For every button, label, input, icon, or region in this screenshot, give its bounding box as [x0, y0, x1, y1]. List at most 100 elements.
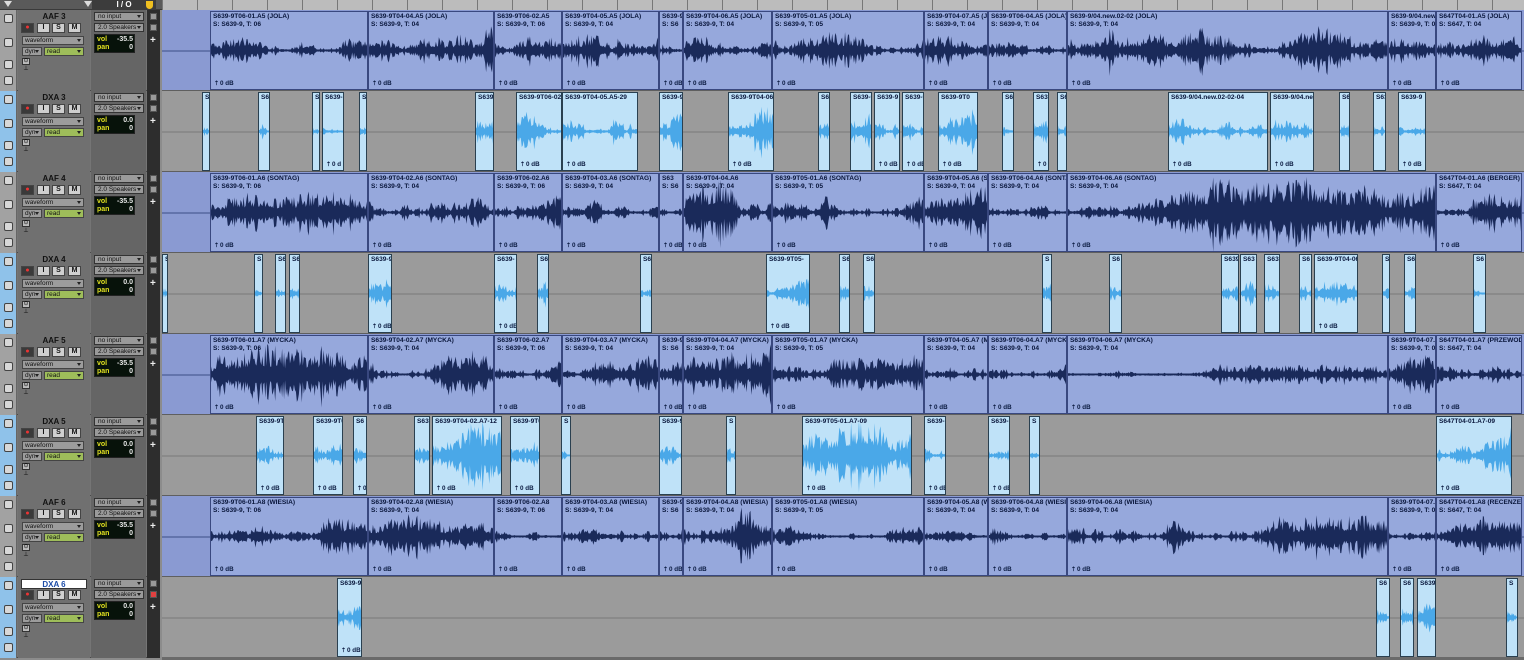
audio-clip[interactable]: S639-9T04-05.A5-29 0 dB [562, 92, 638, 171]
clip-gain[interactable]: 0 dB [514, 485, 534, 493]
clip-gain[interactable]: 0 dB [928, 404, 948, 412]
volume-row[interactable]: vol 0.0 [97, 279, 134, 287]
view-selector[interactable]: waveform [22, 603, 84, 612]
send-a-icon[interactable] [150, 175, 157, 182]
track-lane-icon[interactable]: ⊥ [22, 66, 30, 74]
view-selector[interactable]: waveform [22, 36, 84, 45]
track-automation-control[interactable] [4, 481, 13, 490]
audio-clip[interactable]: S639-9T06-01.A6 (SONTAG) S: S639-9, T: 06… [210, 173, 368, 252]
add-insert-icon[interactable]: + [150, 441, 156, 451]
send-a-icon[interactable] [150, 337, 157, 344]
audio-clip[interactable]: S6 [275, 254, 286, 333]
clip-gain[interactable]: 0 dB [663, 242, 682, 250]
output-selector[interactable]: 2.0 Speakers [94, 104, 144, 113]
output-selector[interactable]: 2.0 Speakers [94, 266, 144, 275]
audio-clip[interactable]: S639-9T 0 dB [256, 416, 284, 495]
volume-value[interactable]: -35.5 [117, 522, 133, 530]
audio-clip[interactable]: S639-9T06-04.A8 (WIESIAS: S639-9, T: 04 0… [988, 497, 1067, 576]
clip-gain[interactable]: 0 dB [732, 161, 752, 169]
track-color-control[interactable] [4, 119, 13, 128]
volume-row[interactable]: vol -35.5 [97, 360, 134, 368]
view-selector[interactable]: waveform [22, 117, 84, 126]
pan-row[interactable]: pan 0 [97, 530, 134, 538]
audio-clip[interactable]: S63S: S6 0 dB [659, 173, 683, 252]
track-lane-icon[interactable]: ⊥ [22, 309, 30, 317]
clip-gain[interactable]: 0 dB [776, 80, 796, 88]
track-color-control[interactable] [4, 605, 13, 614]
track-automation-control[interactable] [4, 238, 13, 247]
mute-button[interactable]: M [68, 104, 81, 114]
audio-clip[interactable]: S6 [1473, 254, 1486, 333]
audio-clip[interactable]: S63 [1240, 254, 1257, 333]
track-lane[interactable]: S S S6 S6 S639-9 0 dB S639- 0 dB S6 S6 S639-9T05- 0… [162, 253, 1524, 334]
pan-row[interactable]: pan 0 [97, 449, 134, 457]
record-button[interactable]: ● [21, 509, 34, 519]
track-height-control[interactable] [4, 384, 13, 393]
audio-clip[interactable]: S639-9T06-01.A7 (MYCKA)S: S639-9, T: 06 0… [210, 335, 368, 414]
audio-clip[interactable]: S639-9T04-04.A5 (JOLA)S: S639-9, T: 04 0 … [368, 11, 494, 90]
audio-clip[interactable]: S6 0 dB [353, 416, 367, 495]
audio-clip[interactable]: S639-9T05-01.A7-09 0 dB [802, 416, 912, 495]
clip-gain[interactable]: 0 dB [1274, 161, 1294, 169]
track-color-control[interactable] [4, 38, 13, 47]
audio-clip[interactable]: S [1042, 254, 1052, 333]
audio-clip[interactable]: S639- 0 dB [494, 254, 517, 333]
track-compare-icon[interactable]: ⊙ [22, 463, 30, 470]
track-height-control[interactable] [4, 222, 13, 231]
audio-clip[interactable]: S6 [537, 254, 549, 333]
track-automation-control[interactable] [4, 76, 13, 85]
playlist-mode-selector[interactable]: dyn [22, 128, 42, 137]
audio-clip[interactable]: S639-9T04-06.A5 (JOLA)S: S639-9, T: 04 0 … [683, 11, 772, 90]
track-lane-icon[interactable]: ⊥ [22, 471, 30, 479]
clip-gain[interactable]: 0 dB [663, 566, 682, 574]
playlist-mode-selector[interactable]: dyn [22, 371, 42, 380]
audio-clip[interactable]: S647T04-01.A6 (BERGER)S: S647, T: 04 0 dB [1436, 173, 1522, 252]
audio-clip[interactable]: S639- 0 d [322, 92, 344, 171]
audio-clip[interactable]: S639-9/04.new.02-02-04 0 dB [1168, 92, 1268, 171]
clip-gain[interactable]: 0 dB [566, 80, 586, 88]
audio-clip[interactable]: S639-9T0 0 dB [313, 416, 343, 495]
clip-gain[interactable]: 0 dB [214, 404, 234, 412]
mute-button[interactable]: M [68, 590, 81, 600]
track-name[interactable]: DXA 3 [21, 93, 87, 103]
audio-clip[interactable]: S639-9T04-04.A8 (WIESIA) S: S639-9, T: 04… [683, 497, 772, 576]
clip-gain[interactable]: 0 dB [992, 80, 1012, 88]
track-select-control[interactable] [4, 257, 13, 266]
audio-clip[interactable]: S6 [1376, 578, 1390, 657]
audio-clip[interactable]: S639-9T 0 dB [337, 578, 362, 657]
track-lane-icon[interactable]: ⊥ [22, 633, 30, 641]
input-selector[interactable]: no input [94, 498, 144, 507]
solo-button[interactable]: S [52, 185, 65, 195]
send-a-icon[interactable] [150, 499, 157, 506]
audio-clip[interactable]: S6 [1057, 92, 1067, 171]
track-name[interactable]: DXA 6 [21, 579, 87, 589]
audio-clip[interactable]: S639-9 [659, 416, 682, 495]
pan-value[interactable]: 0 [129, 287, 133, 295]
audio-clip[interactable]: S639-9S: S6 0 dB [659, 11, 683, 90]
record-button[interactable]: ● [21, 104, 34, 114]
output-selector[interactable]: 2.0 Speakers [94, 509, 144, 518]
track-lane[interactable]: S639-9T06-01.A6 (SONTAG) S: S639-9, T: 06… [162, 172, 1524, 253]
audio-clip[interactable]: S639-9T05-01.A8 (WIESIA) S: S639-9, T: 05… [772, 497, 924, 576]
track-lane[interactable]: S639-9T 0 dB S6 S6 S639 S [162, 577, 1524, 658]
audio-clip[interactable]: S6 [1339, 92, 1350, 171]
clip-gain[interactable]: 0 dB [878, 161, 898, 169]
track-select-control[interactable] [4, 419, 13, 428]
track-color-control[interactable] [4, 362, 13, 371]
pan-value[interactable]: 0 [129, 44, 133, 52]
clip-gain[interactable]: 0 dB [687, 80, 707, 88]
track-options-menu-icon[interactable] [84, 1, 92, 7]
clip-gain[interactable]: 0 dB [1037, 161, 1048, 169]
audio-clip[interactable]: S [202, 92, 210, 171]
audio-clip[interactable]: S6 [1400, 578, 1414, 657]
audio-clip[interactable]: S639-9T06-04.A5 (JOLA)S: S639-9, T: 04 0 … [988, 11, 1067, 90]
audio-clip[interactable]: S639-9 0 dB [368, 254, 392, 333]
track-height-control[interactable] [4, 465, 13, 474]
input-selector[interactable]: no input [94, 93, 144, 102]
playlist-mode-selector[interactable]: dyn [22, 614, 42, 623]
input-selector[interactable]: no input [94, 174, 144, 183]
audio-clip[interactable]: S639-9T04-07.A7S: S639-9, T: 04 0 dB [1388, 335, 1436, 414]
clip-gain[interactable]: 0 dB [1440, 242, 1460, 250]
clip-gain[interactable]: 0 dB [928, 80, 948, 88]
pan-row[interactable]: pan 0 [97, 206, 134, 214]
